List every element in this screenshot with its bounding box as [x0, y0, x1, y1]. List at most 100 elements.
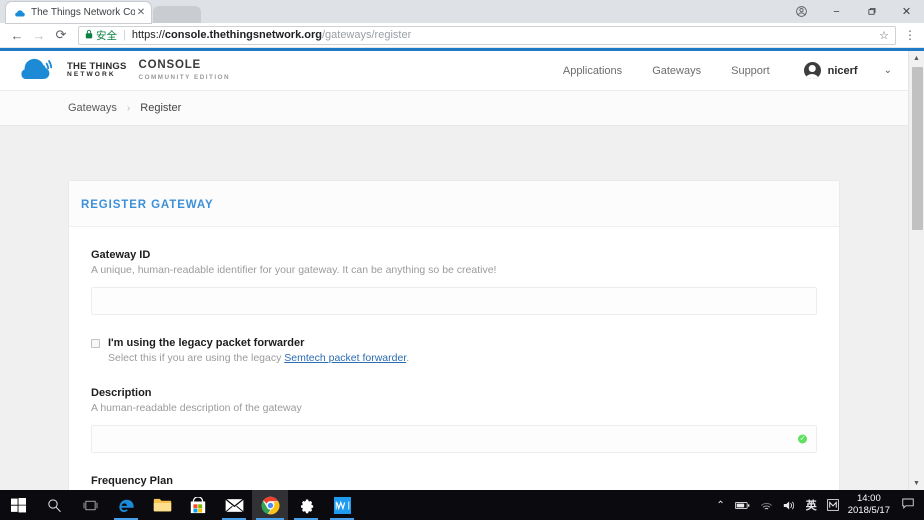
- start-button[interactable]: [0, 490, 36, 520]
- system-tray: ⌃ 英: [711, 493, 924, 517]
- ttn-wordmark-line1: THE THINGS: [67, 62, 127, 72]
- windows-logo-icon: [11, 498, 26, 513]
- register-gateway-card: REGISTER GATEWAY Gateway ID A unique, hu…: [68, 180, 840, 490]
- mail-button[interactable]: [216, 490, 252, 520]
- scroll-up-arrow-icon[interactable]: ▲: [909, 51, 924, 65]
- settings-button[interactable]: [288, 490, 324, 520]
- chrome-icon: [261, 496, 280, 515]
- bookmark-star-icon[interactable]: ☆: [873, 29, 889, 42]
- breadcrumb-separator-icon: ›: [127, 103, 130, 114]
- console-subtitle: COMMUNITY EDITION: [139, 75, 231, 81]
- forward-button[interactable]: →: [28, 24, 50, 46]
- console-title: CONSOLE: [139, 60, 231, 72]
- battery-icon[interactable]: [735, 501, 750, 510]
- main-nav: Applications Gateways Support nicerf ⌄: [533, 62, 892, 79]
- ime-language-icon[interactable]: 英: [806, 497, 817, 513]
- windows-taskbar: ⌃ 英: [0, 490, 924, 520]
- breadcrumb: Gateways › Register: [0, 91, 908, 126]
- task-view-button[interactable]: [72, 490, 108, 520]
- url-text: https://console.thethingsnetwork.org/gat…: [132, 29, 411, 41]
- store-button[interactable]: [180, 490, 216, 520]
- browser-menu-button[interactable]: ⋮: [902, 28, 918, 42]
- legacy-packet-forwarder-row[interactable]: I'm using the legacy packet forwarder Se…: [91, 337, 817, 365]
- gateway-id-input[interactable]: [91, 287, 817, 315]
- description-input[interactable]: ✓: [91, 425, 817, 453]
- semtech-packet-forwarder-link[interactable]: Semtech packet forwarder: [284, 352, 406, 364]
- url-scheme: https://: [132, 29, 165, 41]
- volume-icon[interactable]: [783, 500, 796, 511]
- legacy-packet-forwarder-help: Select this if you are using the legacy …: [108, 351, 409, 365]
- search-icon: [47, 498, 62, 513]
- mail-icon: [225, 498, 244, 513]
- site-header: THE THINGS NETWORK CONSOLE COMMUNITY EDI…: [0, 51, 908, 91]
- ttn-cloud-icon: [16, 58, 60, 84]
- legacy-packet-forwarder-label: I'm using the legacy packet forwarder: [108, 337, 409, 349]
- browser-toolbar: ← → ⟳ 安全 | https://console.thethingsnetw…: [0, 23, 924, 48]
- ttn-wordmark: THE THINGS NETWORK: [67, 62, 127, 79]
- store-icon: [190, 497, 206, 514]
- chevron-down-icon[interactable]: ⌄: [884, 65, 892, 76]
- clock[interactable]: 14:00 2018/5/17: [848, 493, 890, 517]
- frequency-plan-label: Frequency Plan: [91, 475, 817, 487]
- nav-applications[interactable]: Applications: [563, 65, 622, 77]
- gateway-id-field: Gateway ID A unique, human-readable iden…: [91, 249, 817, 315]
- breadcrumb-register: Register: [140, 102, 181, 114]
- description-label: Description: [91, 387, 817, 399]
- url-path: /gateways/register: [322, 29, 411, 41]
- app-icon: [334, 497, 351, 514]
- description-help: A human-readable description of the gate…: [91, 401, 817, 415]
- scrollbar-thumb[interactable]: [912, 67, 923, 230]
- frequency-plan-field: Frequency Plan The frequency plan this g…: [91, 475, 817, 490]
- console-wordmark: CONSOLE COMMUNITY EDITION: [139, 60, 231, 81]
- file-explorer-button[interactable]: [144, 490, 180, 520]
- wifi-icon[interactable]: [760, 500, 773, 511]
- legacy-help-after: .: [406, 352, 409, 364]
- url-host: console.thethingsnetwork.org: [165, 29, 322, 41]
- maximize-button[interactable]: [854, 0, 889, 23]
- ttn-wordmark-line2: NETWORK: [67, 72, 127, 79]
- lock-icon: [85, 29, 93, 41]
- scroll-down-arrow-icon[interactable]: ▼: [909, 476, 924, 490]
- page-title: REGISTER GATEWAY: [81, 199, 214, 211]
- search-button[interactable]: [36, 490, 72, 520]
- breadcrumb-gateways[interactable]: Gateways: [68, 102, 117, 114]
- reload-button[interactable]: ⟳: [50, 24, 72, 46]
- notifications-icon[interactable]: [902, 498, 914, 512]
- browser-window: The Things Network Co ✕ − ✕ ← → ⟳: [0, 0, 924, 490]
- nav-gateways[interactable]: Gateways: [652, 65, 701, 77]
- clock-date: 2018/5/17: [848, 505, 890, 517]
- minimize-button[interactable]: −: [819, 0, 854, 23]
- tab-close-button[interactable]: ✕: [135, 7, 147, 19]
- app-button[interactable]: [324, 490, 360, 520]
- gateway-id-help: A unique, human-readable identifier for …: [91, 263, 817, 277]
- window-controls: − ✕: [784, 0, 924, 23]
- browser-tab[interactable]: The Things Network Co ✕: [6, 2, 151, 23]
- clock-time: 14:00: [848, 493, 890, 505]
- username-label: nicerf: [828, 65, 858, 77]
- page-scrollbar[interactable]: ▲ ▼: [908, 51, 924, 490]
- back-button[interactable]: ←: [6, 24, 28, 46]
- tray-expand-icon[interactable]: ⌃: [716, 500, 724, 511]
- site-logo[interactable]: THE THINGS NETWORK CONSOLE COMMUNITY EDI…: [16, 58, 230, 84]
- new-tab-button[interactable]: [153, 6, 201, 23]
- edge-icon: [117, 496, 136, 515]
- tray-app-icon[interactable]: [827, 499, 839, 511]
- web-page: THE THINGS NETWORK CONSOLE COMMUNITY EDI…: [0, 51, 924, 490]
- description-field: Description A human-readable description…: [91, 387, 817, 453]
- address-bar[interactable]: 安全 | https://console.thethingsnetwork.or…: [78, 26, 896, 45]
- task-view-icon: [82, 499, 99, 512]
- secure-label: 安全: [96, 28, 117, 43]
- legacy-packet-forwarder-text: I'm using the legacy packet forwarder Se…: [108, 337, 409, 365]
- register-gateway-form: Gateway ID A unique, human-readable iden…: [69, 227, 839, 490]
- legacy-packet-forwarder-checkbox[interactable]: [91, 339, 100, 348]
- profile-icon[interactable]: [784, 0, 819, 23]
- chrome-button[interactable]: [252, 490, 288, 520]
- cloud-favicon-icon: [14, 7, 26, 19]
- close-button[interactable]: ✕: [889, 0, 924, 23]
- edge-button[interactable]: [108, 490, 144, 520]
- nav-support[interactable]: Support: [731, 65, 770, 77]
- avatar: [804, 62, 821, 79]
- user-menu[interactable]: nicerf: [804, 62, 858, 79]
- folder-icon: [153, 497, 172, 513]
- gear-icon: [298, 497, 315, 514]
